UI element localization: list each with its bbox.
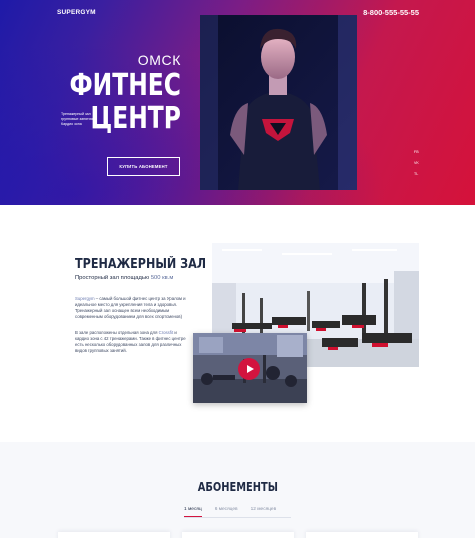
gym-brand-link: Supergym bbox=[75, 296, 95, 301]
gym-paragraph-2: В зале расположены отдельная зона для Cr… bbox=[75, 330, 189, 354]
hero-trainer-photo bbox=[200, 15, 357, 190]
hero-title-line1: ФИТНЕС bbox=[69, 68, 181, 103]
subscription-card[interactable] bbox=[306, 532, 418, 538]
tab-6-months[interactable]: 6 месяцев bbox=[215, 507, 238, 517]
subscription-card[interactable] bbox=[58, 532, 170, 538]
tab-1-month[interactable]: 1 месяц bbox=[184, 507, 202, 517]
tab-12-months[interactable]: 12 месяцев bbox=[251, 507, 277, 517]
hero-section: SUPERGYM 8-800-555-55-55 ОМСК ФИТНЕС ЦЕН… bbox=[0, 0, 475, 205]
subscription-tabs: 1 месяц 6 месяцев 12 месяцев bbox=[184, 507, 289, 517]
subscriptions-title-text: АБОНЕМЕНТЫ bbox=[197, 480, 278, 494]
crossfit-highlight: Crossfit bbox=[158, 330, 174, 335]
buy-subscription-button[interactable]: КУПИТЬ АБОНЕМЕНТ bbox=[107, 157, 180, 176]
logo[interactable]: SUPERGYM bbox=[57, 9, 96, 16]
hero-city: ОМСК bbox=[137, 52, 181, 68]
hero-description: Тренажерный зал групповые занятия Кардио… bbox=[61, 112, 93, 127]
gym-paragraph-1: Supergym – самый большой фитнес центр за… bbox=[75, 296, 189, 320]
social-link-fb[interactable]: FB bbox=[414, 150, 419, 154]
subscriptions-title: АБОНЕМЕНТЫ bbox=[0, 480, 475, 494]
gym-subtitle-text: Просторный зал площадью bbox=[75, 275, 151, 281]
tabs-divider bbox=[184, 517, 291, 518]
social-link-tl[interactable]: TL bbox=[414, 172, 418, 176]
gym-subtitle: Просторный зал площадью 500 кв.м bbox=[75, 275, 173, 281]
gym-paragraph-2-prefix: В зале расположены отдельная зона для bbox=[75, 330, 159, 335]
subscription-card[interactable] bbox=[182, 532, 294, 538]
gym-section-title: ТРЕНАЖЕРНЫЙ ЗАЛ bbox=[75, 257, 207, 272]
play-video-button[interactable] bbox=[238, 358, 260, 380]
phone-number[interactable]: 8-800-555-55-55 bbox=[363, 8, 419, 17]
gym-area: 500 кв.м bbox=[150, 275, 174, 281]
social-link-vk[interactable]: VK bbox=[414, 161, 419, 165]
